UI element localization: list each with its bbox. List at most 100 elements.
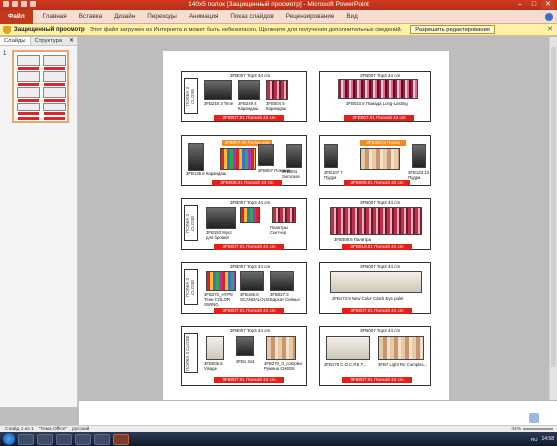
display-panel[interactable]: 3FB300.5 Полка для... 3FB107 7 Пудра 3FB… xyxy=(319,135,431,186)
product-image xyxy=(258,144,274,166)
tab-transitions[interactable]: Переходы xyxy=(141,10,183,24)
tab-review[interactable]: Рецензирование xyxy=(280,10,341,24)
item-label: 3FB178 С.О.С.Р.Е.Т... xyxy=(324,362,367,367)
clock[interactable]: 14:58 xyxy=(541,436,554,442)
item-label: 3FB027.3 Бархат Сиянье xyxy=(270,292,300,302)
slide-canvas[interactable]: ПОЛКА 3 CLOSE 3FB007 Top3 44 cm 3FB248 3… xyxy=(163,51,449,402)
window-title: 140x5 полок [Защищенный просмотр] - Micr… xyxy=(188,1,369,8)
close-button[interactable]: ✕ xyxy=(541,0,555,9)
slide-thumbnail[interactable] xyxy=(12,50,69,123)
shelf-bar: 3FB008.01 Полкой 33 cm xyxy=(212,180,282,186)
item-label: 3FB107 7 Пудра xyxy=(324,170,343,180)
maximize-button[interactable]: □ xyxy=(527,0,541,9)
item-label: 3FB270_HYPE Тени COLOR SWING xyxy=(204,292,234,307)
display-panel[interactable]: 3FB007 Top3 44 cm 3FB008.6 Палитра 3FB01… xyxy=(319,198,431,250)
product-image xyxy=(270,271,294,291)
system-tray: RU 14:58 xyxy=(531,436,554,442)
item-label: 3FB248 3 Time xyxy=(204,101,234,106)
product-image xyxy=(324,144,338,168)
product-image xyxy=(240,271,264,291)
close-icon[interactable]: ✕ xyxy=(69,37,77,45)
item-label: 3FB1 3x3 xyxy=(236,359,255,364)
taskbar-app-media[interactable] xyxy=(37,433,53,445)
shelf-bar: 3FB007.01 Полкой 44 cm xyxy=(214,115,284,121)
product-image xyxy=(330,207,422,235)
code-label: 3FB007 Top3 44 cm xyxy=(230,264,271,269)
display-panel[interactable]: 3FB007 Top3 44 cm 3FB010.6 Помада Long-L… xyxy=(319,71,431,122)
notes-pane[interactable] xyxy=(79,400,557,425)
product-image xyxy=(286,144,302,168)
shelf-bar: 3FB010.01 Полкой 44 cm xyxy=(342,244,412,250)
product-image xyxy=(206,336,224,360)
item-label: 3FB004 Sumcase xyxy=(282,169,300,179)
shelf-bar: 3FB007.01 Полкой 44 cm xyxy=(342,377,412,383)
tab-view[interactable]: Вид xyxy=(340,10,363,24)
tab-design[interactable]: Дизайн xyxy=(108,10,141,24)
item-label: 3FB270_0_complex Румяна CHEEK xyxy=(264,361,303,371)
product-image xyxy=(266,336,296,360)
vertical-scrollbar[interactable] xyxy=(549,37,557,400)
fit-slide-icon[interactable] xyxy=(529,413,539,423)
slide-workarea: ПОЛКА 3 CLOSE 3FB007 Top3 44 cm 3FB248 3… xyxy=(79,37,549,402)
product-image xyxy=(236,336,254,356)
status-bar: Слайд 1 из 1 "Тема Office" русский 41% xyxy=(0,425,557,432)
item-label: 3FB156.8 SCANDALOUS xyxy=(240,292,270,302)
code-label: 3FB007 Top3 44 cm xyxy=(360,200,401,205)
help-icon[interactable] xyxy=(545,13,553,21)
tab-file[interactable]: Файл xyxy=(0,9,33,24)
zoom-level[interactable]: 41% xyxy=(511,427,521,432)
display-panel[interactable]: 3FB007 Top3 44 cm 3FB173.9 New Color Cat… xyxy=(319,262,431,314)
tab-animations[interactable]: Анимация xyxy=(183,10,225,24)
shelf-bar: 3FB007.01 Полкой 44 cm xyxy=(214,308,284,314)
start-button[interactable] xyxy=(3,433,15,445)
protected-view-bar: Защищенный просмотр Этот файл загружен и… xyxy=(0,24,557,36)
tab-insert[interactable]: Вставка xyxy=(73,10,108,24)
close-icon[interactable]: ✕ xyxy=(547,25,553,33)
display-panel[interactable]: ПОЛКА 3 CLOSE 3FB007 Top3 44 cm 3FB248 3… xyxy=(181,71,307,122)
protected-view-message[interactable]: Этот файл загружен из Интернета и может … xyxy=(90,27,403,33)
tab-slides[interactable]: Слайды xyxy=(0,37,31,45)
product-image xyxy=(360,148,400,170)
enable-editing-button[interactable]: Разрешить редактирование xyxy=(410,25,496,34)
minimize-button[interactable]: – xyxy=(513,0,527,9)
shelf-bar: 3FB007.01 Полкой 44 cm xyxy=(344,115,414,121)
tab-home[interactable]: Главная xyxy=(37,10,73,24)
product-image xyxy=(206,271,236,291)
product-image xyxy=(220,148,256,170)
code-label: 3FB007 Top3 44 cm xyxy=(230,328,271,333)
taskbar-app-word[interactable] xyxy=(94,433,110,445)
display-panel[interactable]: ПОЛКА 3 CLOSE 3FB007 Top3 44 cm 3FB270_H… xyxy=(181,262,307,314)
display-panel[interactable]: ПОЛКА 3 CLOSE 3FB007 Top3 44 cm 3FB153 М… xyxy=(181,198,307,250)
product-image xyxy=(204,80,232,100)
code-label: 3FB007 Top3 44 cm xyxy=(360,264,401,269)
language[interactable]: русский xyxy=(72,427,89,432)
display-panel[interactable]: ПОЛКА 3 CLOSE 3FB007 Top3 44 cm 3FB005.6… xyxy=(181,326,307,386)
item-label: 3FB005.6 Visage xyxy=(204,361,223,371)
product-image xyxy=(272,207,296,223)
product-image xyxy=(206,207,236,229)
product-image xyxy=(412,144,426,168)
slide-number: 1 xyxy=(3,51,7,57)
product-image xyxy=(326,336,370,360)
zoom-slider[interactable] xyxy=(523,428,553,430)
item-label: 3FB249 4 Карандаш xyxy=(238,101,259,111)
taskbar-app-skype[interactable] xyxy=(75,433,91,445)
product-image xyxy=(266,80,288,100)
shield-icon xyxy=(3,25,11,34)
taskbar-app-powerpoint[interactable] xyxy=(113,433,129,445)
display-panel[interactable]: 3FB007 Top3 44 cm 3FB178 С.О.С.Р.Е.Т... … xyxy=(319,326,431,386)
promo-bar: 3FB300.5 Полка для... xyxy=(360,140,406,151)
item-label: 3FB7 Light Re Complex... xyxy=(378,362,428,367)
language-indicator[interactable]: RU xyxy=(531,437,538,442)
tab-slideshow[interactable]: Показ слайдов xyxy=(224,10,279,24)
item-label: 3FB133 13 Пудра xyxy=(408,170,430,180)
shelf-bar: 3FB009.01 Полкой 33 cm xyxy=(344,180,410,186)
tab-outline[interactable]: Структура xyxy=(31,37,67,45)
shelf-bar: 3FB007.01 Полкой 44 cm xyxy=(214,244,284,250)
display-panel[interactable]: 3FB007.05 Полка для Акции 3FB135.6 Каран… xyxy=(181,135,307,186)
taskbar-app-explorer[interactable] xyxy=(18,433,34,445)
side-label: ПОЛКА 3 CLOSE xyxy=(184,333,198,373)
protected-view-title: Защищенный просмотр xyxy=(14,26,85,33)
taskbar-app-browser[interactable] xyxy=(56,433,72,445)
theme-name: "Тема Office" xyxy=(38,426,68,432)
